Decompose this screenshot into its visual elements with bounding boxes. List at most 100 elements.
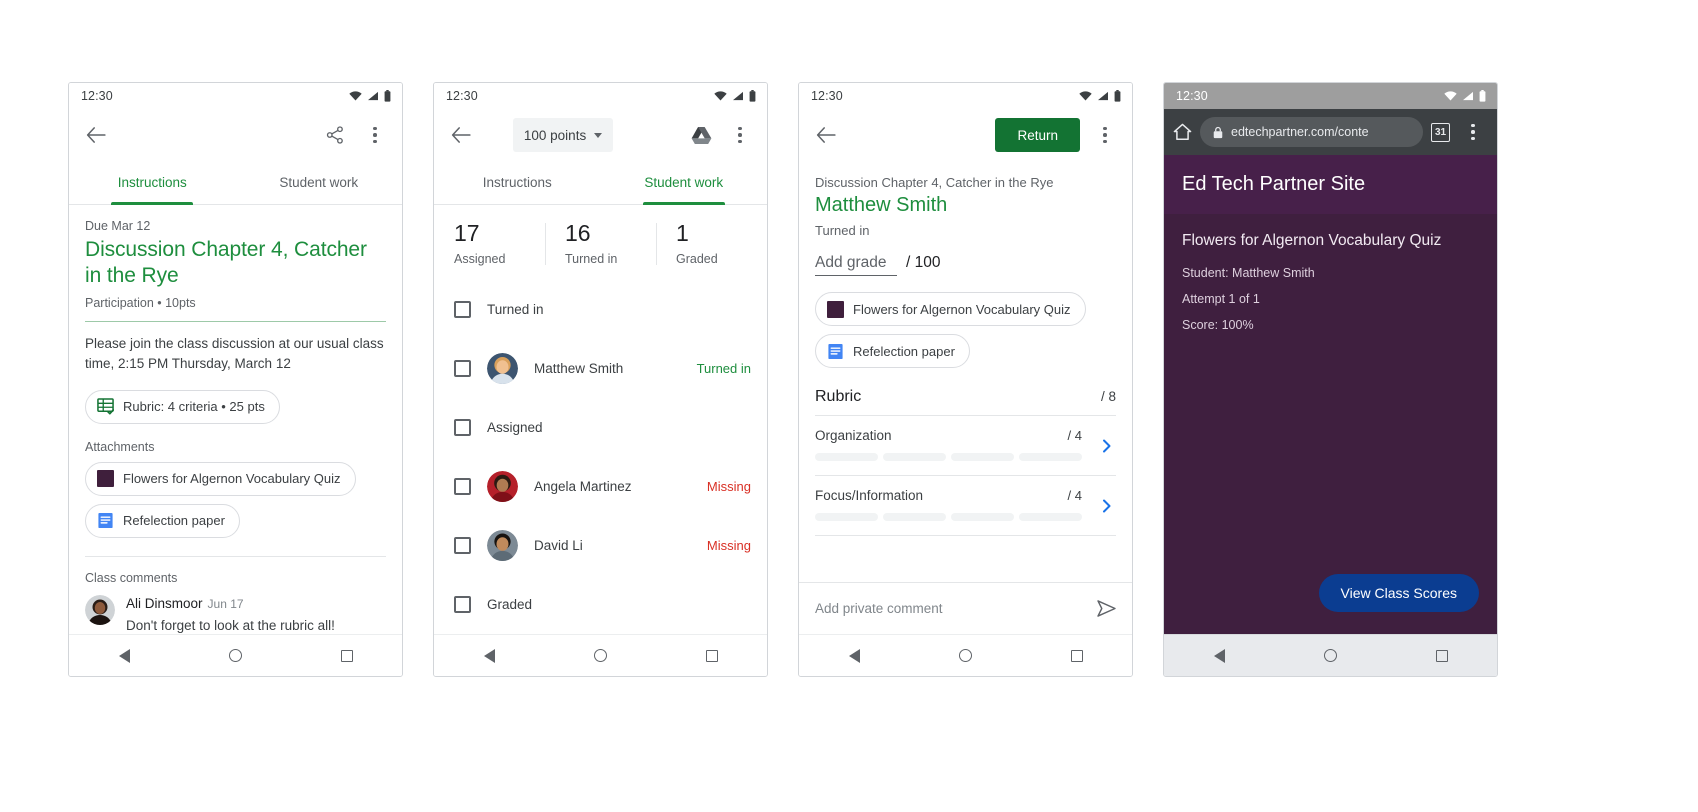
google-docs-icon	[828, 343, 843, 359]
home-icon[interactable]	[1173, 123, 1192, 141]
nav-recents-icon[interactable]	[340, 649, 353, 662]
checkbox[interactable]	[454, 419, 471, 437]
attachment-doc-label: Refelection paper	[123, 513, 225, 529]
attachment-chip-quiz[interactable]: Flowers for Algernon Vocabulary Quiz	[85, 461, 356, 496]
site-header: Ed Tech Partner Site	[1164, 155, 1497, 214]
nav-back-icon[interactable]	[1213, 648, 1225, 663]
more-options-button[interactable]	[725, 120, 755, 150]
chevron-right-icon[interactable]	[1100, 439, 1114, 453]
signal-icon	[733, 91, 743, 101]
status-bar: 12:30	[1164, 83, 1497, 109]
browser-menu-button[interactable]	[1458, 117, 1488, 147]
table-row[interactable]: Matthew Smith Turned in	[434, 339, 767, 398]
stat-assigned-value: 17	[454, 220, 480, 246]
avatar-image	[487, 530, 518, 562]
table-row[interactable]: David Li Missing	[434, 516, 767, 575]
drive-button[interactable]	[687, 120, 717, 150]
quiz-title: Flowers for Algernon Vocabulary Quiz	[1182, 232, 1442, 249]
attachment-quiz-label: Flowers for Algernon Vocabulary Quiz	[123, 471, 341, 487]
battery-icon	[1479, 90, 1486, 102]
chevron-down-icon	[594, 132, 603, 138]
checkbox[interactable]	[454, 301, 471, 319]
return-button[interactable]: Return	[995, 118, 1080, 152]
tab-instructions[interactable]: Instructions	[434, 161, 601, 204]
tab-instructions[interactable]: Instructions	[69, 161, 236, 204]
quiz-student: Student: Matthew Smith	[1182, 266, 1315, 280]
nav-back-icon[interactable]	[483, 648, 495, 663]
more-options-button[interactable]	[1090, 120, 1120, 150]
criterion-level-bars	[815, 453, 1116, 461]
criterion-name: Organization	[815, 428, 892, 443]
checkbox[interactable]	[454, 360, 471, 378]
rubric-icon	[97, 398, 114, 415]
address-bar[interactable]: edtechpartner.com/conte	[1200, 117, 1423, 147]
attachment-quiz-label: Flowers for Algernon Vocabulary Quiz	[853, 301, 1071, 317]
back-button[interactable]	[81, 120, 111, 150]
nav-home-icon[interactable]	[228, 649, 242, 662]
status-icons	[1079, 90, 1121, 102]
more-vert-icon	[1471, 123, 1475, 141]
share-button[interactable]	[320, 120, 350, 150]
rubric-total-points: / 8	[1100, 389, 1116, 404]
back-button[interactable]	[811, 120, 841, 150]
nav-home-icon[interactable]	[1323, 649, 1337, 662]
rubric-criterion-focus-information[interactable]: Focus/Information / 4	[815, 476, 1116, 536]
private-comment-input[interactable]: Add private comment	[815, 601, 943, 616]
send-icon[interactable]	[1097, 600, 1116, 617]
attachment-row-doc: Refelection paper	[815, 334, 1116, 368]
nav-recents-icon[interactable]	[1435, 649, 1448, 662]
comment-item: Ali Dinsmoor Jun 17 Don't forget to look …	[85, 594, 386, 634]
attachment-chip-doc[interactable]: Refelection paper	[815, 334, 970, 368]
rubric-chip[interactable]: Rubric: 4 criteria • 25 pts	[85, 389, 280, 424]
avatar-image	[487, 471, 518, 503]
nav-back-icon[interactable]	[118, 648, 130, 663]
signal-icon	[1098, 91, 1108, 101]
back-button[interactable]	[446, 120, 476, 150]
view-class-scores-button[interactable]: View Class Scores	[1318, 574, 1479, 612]
checkbox[interactable]	[454, 596, 471, 614]
nav-recents-icon[interactable]	[1070, 649, 1083, 662]
grade-input[interactable]: Add grade	[815, 254, 897, 276]
assignment-title: Discussion Chapter 4, Catcher in the Rye	[85, 238, 367, 288]
nav-back-icon[interactable]	[848, 648, 860, 663]
grade-row: Add grade / 100	[815, 254, 1116, 276]
wifi-icon	[714, 91, 727, 101]
chevron-right-icon[interactable]	[1100, 499, 1114, 513]
stats-summary: 17 Assigned 16 Turned in 1 Graded	[434, 205, 767, 280]
status-time: 12:30	[81, 89, 113, 103]
attachment-chip-doc[interactable]: Refelection paper	[85, 503, 240, 538]
grading-body: Discussion Chapter 4, Catcher in the Rye…	[799, 161, 1132, 634]
assignment-description: Please join the class discussion at our …	[85, 336, 384, 372]
avatar	[487, 530, 518, 562]
assignment-name: Discussion Chapter 4, Catcher in the Rye	[815, 175, 1054, 190]
checkbox[interactable]	[454, 478, 471, 496]
group-row-graded[interactable]: Graded	[434, 575, 767, 634]
tab-student-work[interactable]: Student work	[601, 161, 768, 204]
nav-home-icon[interactable]	[593, 649, 607, 662]
table-row[interactable]: Angela Martinez Missing	[434, 457, 767, 516]
student-name: Matthew Smith	[534, 361, 624, 377]
back-arrow-icon	[451, 127, 471, 143]
private-comment-bar[interactable]: Add private comment	[799, 582, 1132, 634]
attachment-chip-quiz[interactable]: Flowers for Algernon Vocabulary Quiz	[815, 292, 1086, 326]
nav-home-icon[interactable]	[958, 649, 972, 662]
attachments-label: Attachments	[85, 439, 155, 454]
points-dropdown[interactable]: 100 points	[512, 118, 614, 152]
group-row-assigned[interactable]: Assigned	[434, 398, 767, 457]
points-label: 100 points	[523, 127, 587, 143]
rubric-title: Rubric	[815, 388, 862, 405]
group-label: Assigned	[487, 420, 543, 436]
rubric-criterion-organization[interactable]: Organization / 4	[815, 416, 1116, 476]
tab-student-work[interactable]: Student work	[236, 161, 403, 204]
comment-text: Don't forget to look at the rubric all!	[126, 617, 335, 633]
group-row-turned-in[interactable]: Turned in	[434, 280, 767, 339]
checkbox[interactable]	[454, 537, 471, 555]
more-options-button[interactable]	[360, 120, 390, 150]
nav-recents-icon[interactable]	[705, 649, 718, 662]
comment-date: Jun 17	[207, 596, 244, 611]
quiz-attempt: Attempt 1 of 1	[1182, 292, 1260, 306]
browser-toolbar: edtechpartner.com/conte 31	[1164, 109, 1497, 155]
status-bar: 12:30	[799, 83, 1132, 109]
tab-count-button[interactable]: 31	[1431, 122, 1450, 142]
status-icons	[349, 90, 391, 102]
